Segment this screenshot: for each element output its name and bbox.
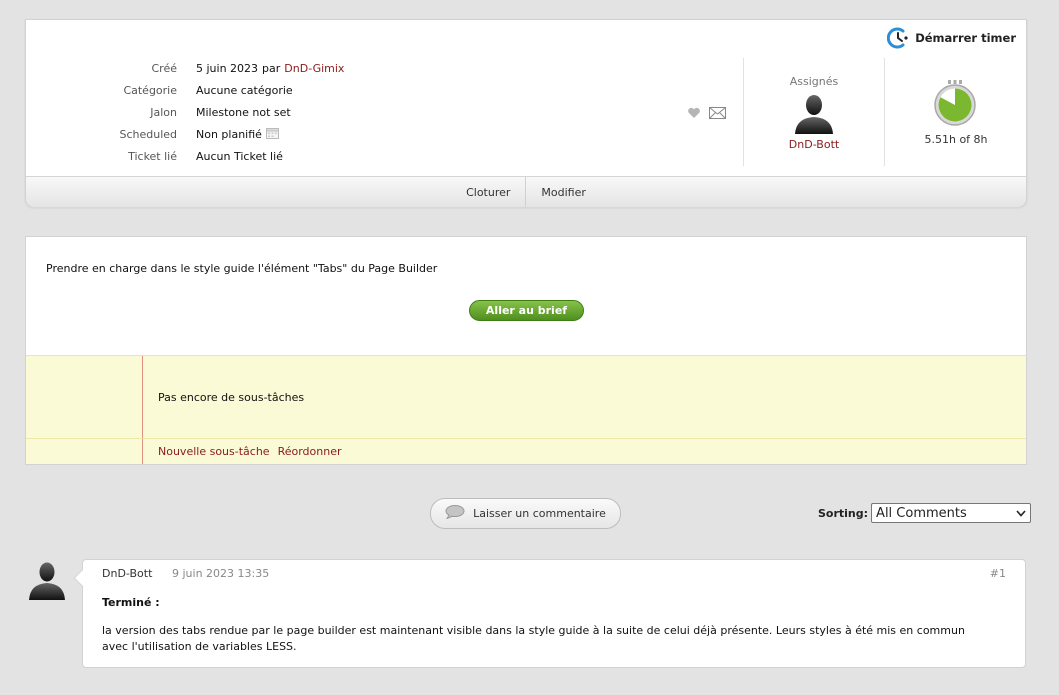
meta-linked-value: Aucun Ticket lié bbox=[196, 149, 283, 163]
divider bbox=[884, 58, 885, 166]
heart-icon[interactable] bbox=[687, 107, 701, 122]
meta-scheduled-row: Scheduled Non planifié bbox=[26, 125, 546, 143]
meta-milestone-row: Jalon Milestone not set bbox=[26, 103, 546, 121]
sorting-label: Sorting: bbox=[818, 506, 869, 520]
timer-logo-icon bbox=[887, 27, 909, 49]
comment-permalink[interactable]: #1 bbox=[990, 567, 1006, 580]
meta-created-label: Créé bbox=[151, 61, 178, 75]
envelope-icon[interactable] bbox=[709, 107, 726, 122]
assignee-avatar[interactable] bbox=[793, 92, 835, 137]
go-to-brief-button[interactable]: Aller au brief bbox=[469, 300, 584, 321]
meta-category-row: Catégorie Aucune catégorie bbox=[26, 81, 546, 99]
sorting-select[interactable]: All Comments bbox=[871, 503, 1032, 523]
chevron-down-icon bbox=[1016, 506, 1026, 521]
meta-milestone-label: Jalon bbox=[150, 105, 177, 119]
comment-title: Terminé : bbox=[102, 596, 160, 609]
description-text: Prendre en charge dans le style guide l'… bbox=[46, 262, 438, 275]
meta-linked-row: Ticket lié Aucun Ticket lié bbox=[26, 147, 546, 165]
meta-scheduled-label: Scheduled bbox=[119, 127, 177, 141]
assignee-name-link[interactable]: DnD-Bott bbox=[789, 138, 839, 151]
calendar-icon[interactable] bbox=[265, 127, 279, 142]
sorting-selected-value: All Comments bbox=[876, 505, 967, 521]
comment-card: DnD-Bott 9 juin 2023 13:35 #1 Terminé : … bbox=[73, 559, 1026, 668]
meta-created-by: par bbox=[262, 61, 281, 75]
subtasks-section: Pas encore de sous-tâches Nouvelle sous-… bbox=[26, 355, 1026, 464]
leave-comment-button[interactable]: Laisser un commentaire bbox=[430, 498, 621, 529]
assignees-label: Assignés bbox=[789, 75, 839, 88]
stopwatch-icon bbox=[933, 80, 977, 129]
meta-created-date: 5 juin 2023 bbox=[196, 61, 259, 75]
comment-pointer bbox=[73, 569, 91, 587]
meta-category-label: Catégorie bbox=[123, 83, 177, 97]
meta-created-row: Créé 5 juin 2023 par DnD-Gimix bbox=[26, 59, 546, 77]
reorder-subtasks-link[interactable]: Réordonner bbox=[278, 445, 342, 458]
meta-scheduled-value: Non planifié bbox=[196, 127, 262, 141]
subtasks-footer-divider bbox=[26, 438, 1026, 439]
subtasks-empty-text: Pas encore de sous-tâches bbox=[158, 391, 305, 404]
start-timer-label: Démarrer timer bbox=[915, 31, 1016, 45]
time-tracking-text: 5.51h of 8h bbox=[924, 133, 988, 146]
subtasks-margin-line bbox=[142, 356, 143, 464]
new-subtask-link[interactable]: Nouvelle sous-tâche bbox=[158, 445, 270, 458]
meta-created-author-link[interactable]: DnD-Gimix bbox=[284, 62, 344, 75]
speech-bubble-icon bbox=[445, 505, 465, 522]
comment-date: 9 juin 2023 13:35 bbox=[172, 567, 270, 580]
sorting-control: Sorting: All Comments bbox=[818, 503, 1032, 523]
ticket-action-bar: Cloturer Modifier bbox=[26, 176, 1026, 207]
start-timer-button[interactable]: Démarrer timer bbox=[887, 27, 1016, 49]
ticket-info-panel: Démarrer timer Créé 5 juin 2023 par DnD-… bbox=[25, 19, 1027, 207]
comment-author[interactable]: DnD-Bott bbox=[102, 567, 152, 580]
meta-linked-label: Ticket lié bbox=[128, 149, 177, 163]
comment-author-avatar[interactable] bbox=[28, 560, 66, 603]
meta-category-value: Aucune catégorie bbox=[196, 83, 293, 97]
edit-ticket-button[interactable]: Modifier bbox=[525, 177, 600, 207]
comment-body: la version des tabs rendue par le page b… bbox=[102, 624, 965, 653]
meta-milestone-value: Milestone not set bbox=[196, 105, 291, 119]
leave-comment-label: Laisser un commentaire bbox=[473, 507, 606, 520]
close-ticket-button[interactable]: Cloturer bbox=[451, 177, 525, 207]
description-panel: Prendre en charge dans le style guide l'… bbox=[25, 236, 1027, 465]
